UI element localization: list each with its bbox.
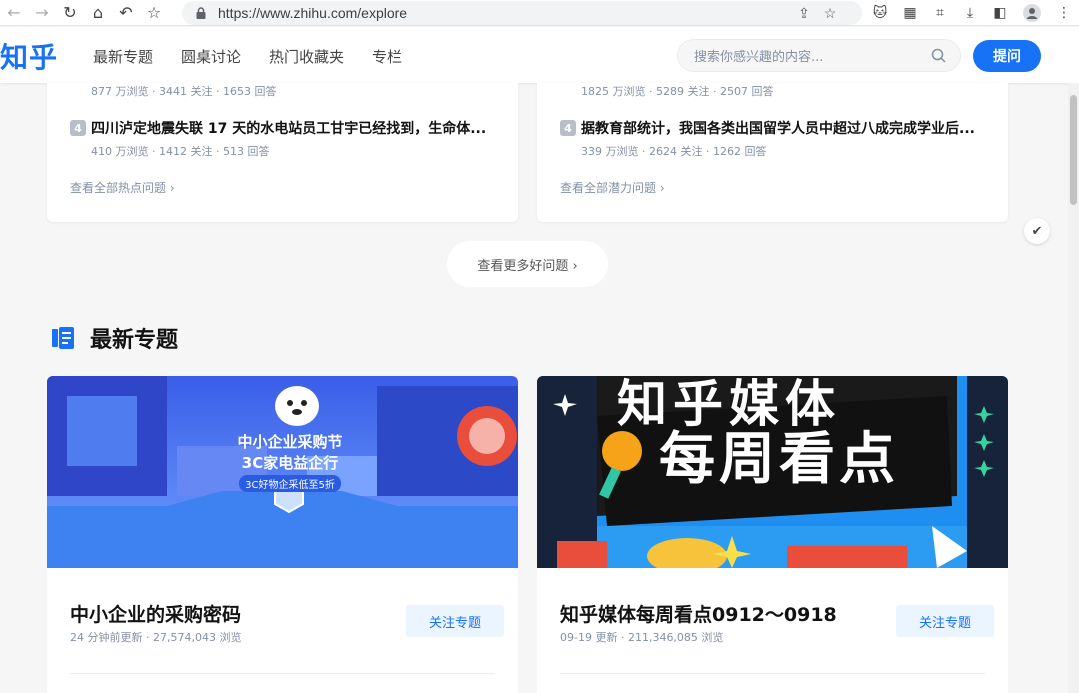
sidebar-icon[interactable]: ◧: [986, 0, 1014, 26]
forward-icon[interactable]: →: [28, 0, 56, 26]
menu-dots-icon[interactable]: ⋮: [1050, 0, 1078, 26]
view-all-potential-link[interactable]: 查看全部潜力问题 ›: [560, 179, 665, 196]
scrollbar-thumb[interactable]: [1070, 95, 1077, 205]
question-meta: 339 万浏览 · 2624 关注 · 1262 回答: [581, 145, 767, 158]
topic-banner-image[interactable]: 知乎媒体 每周看点: [537, 376, 1008, 568]
banner-line-2: 3C家电益企行: [241, 454, 339, 472]
question-meta: 877 万浏览 · 3441 关注 · 1653 回答: [91, 85, 277, 98]
follow-topic-button[interactable]: 关注专题: [896, 605, 994, 637]
section-header: 最新专题: [50, 322, 178, 354]
section-title: 最新专题: [90, 328, 179, 353]
nav-latest-topics[interactable]: 最新专题: [93, 46, 153, 67]
profile-icon[interactable]: [1018, 0, 1046, 26]
topic-meta: 24 分钟前更新 · 27,574,043 浏览: [70, 631, 242, 644]
top-nav: 最新专题 圆桌讨论 热门收藏夹 专栏: [93, 46, 402, 67]
share-icon[interactable]: ⇪: [792, 5, 816, 22]
topic-title[interactable]: 中小企业的采购密码: [70, 600, 241, 627]
view-all-hot-link[interactable]: 查看全部热点问题 ›: [70, 179, 175, 196]
topic-card[interactable]: 中小企业采购节 3C家电益企行 3C好物企采低至5折 中小企业的采购密码 24 …: [47, 376, 518, 693]
url-text: https://www.zhihu.com/explore: [218, 5, 408, 21]
view-more-questions-button[interactable]: 查看更多好问题 ›: [447, 241, 608, 287]
rank-badge: 4: [560, 120, 576, 136]
ask-question-button[interactable]: 提问: [973, 40, 1041, 72]
nav-columns[interactable]: 专栏: [372, 46, 402, 67]
undo-icon[interactable]: ↶: [112, 0, 140, 26]
question-title[interactable]: 据教育部统计，我国各类出国留学人员中超过八成完成学业后...: [581, 118, 975, 138]
topic-list-icon: [52, 327, 74, 349]
nav-hot-collections[interactable]: 热门收藏夹: [269, 46, 344, 67]
crop-icon[interactable]: ⌗: [926, 0, 954, 26]
question-item[interactable]: 4 四川泸定地震失联 17 天的水电站员工甘宇已经找到，生命体...: [70, 118, 486, 138]
search-input[interactable]: 搜索你感兴趣的内容...: [677, 39, 961, 72]
topic-banner-image[interactable]: 中小企业采购节 3C家电益企行 3C好物企采低至5折: [47, 376, 518, 568]
browser-toolbar: ← → ↻ ⌂ ↶ ☆ https://www.zhihu.com/explor…: [0, 0, 1079, 26]
topic-card[interactable]: 知乎媒体 每周看点 知乎媒体每周看点0912～0918 09-19 更新 · 2…: [537, 376, 1008, 693]
question-meta: 1825 万浏览 · 5289 关注 · 2507 回答: [581, 85, 774, 98]
rank-badge: 4: [70, 120, 86, 136]
bookmark-star-icon[interactable]: ☆: [140, 0, 168, 26]
search-icon[interactable]: [931, 48, 946, 63]
star-icon[interactable]: ☆: [818, 5, 842, 22]
reload-icon[interactable]: ↻: [56, 0, 84, 26]
hot-questions-card: 877 万浏览 · 3441 关注 · 1653 回答 4 四川泸定地震失联 1…: [47, 83, 518, 222]
follow-topic-button[interactable]: 关注专题: [406, 605, 504, 637]
banner-line-2: 每周看点: [659, 427, 899, 492]
nav-roundtable[interactable]: 圆桌讨论: [181, 46, 241, 67]
divider: [70, 673, 495, 674]
side-floating-icon[interactable]: ✔: [1024, 218, 1050, 244]
lock-icon: [196, 7, 206, 19]
banner-line-3: 3C好物企采低至5折: [239, 475, 341, 492]
search-placeholder: 搜索你感兴趣的内容...: [694, 50, 824, 65]
site-header: 知乎 最新专题 圆桌讨论 热门收藏夹 专栏 搜索你感兴趣的内容... 提问: [0, 27, 1079, 83]
banner-line-1: 中小企业采购节: [237, 433, 343, 451]
topic-title[interactable]: 知乎媒体每周看点0912～0918: [560, 600, 837, 627]
question-item[interactable]: 4 据教育部统计，我国各类出国留学人员中超过八成完成学业后...: [560, 118, 975, 138]
extension-cat-icon[interactable]: 🐱: [866, 0, 894, 26]
topic-meta: 09-19 更新 · 211,346,085 浏览: [560, 631, 724, 644]
download-icon[interactable]: ⤓: [956, 0, 984, 26]
question-title[interactable]: 四川泸定地震失联 17 天的水电站员工甘宇已经找到，生命体...: [91, 118, 486, 138]
extension-grid-icon[interactable]: ▦: [896, 0, 924, 26]
banner-text-group: 中小企业采购节 3C家电益企行 3C好物企采低至5折: [217, 431, 363, 492]
divider: [560, 673, 985, 674]
home-icon[interactable]: ⌂: [84, 0, 112, 26]
potential-questions-card: 1825 万浏览 · 5289 关注 · 2507 回答 4 据教育部统计，我国…: [537, 83, 1008, 222]
zhihu-logo[interactable]: 知乎: [0, 36, 58, 76]
back-icon[interactable]: ←: [0, 0, 28, 26]
question-meta: 410 万浏览 · 1412 关注 · 513 回答: [91, 145, 270, 158]
address-bar[interactable]: https://www.zhihu.com/explore ⇪ ☆: [182, 1, 862, 25]
